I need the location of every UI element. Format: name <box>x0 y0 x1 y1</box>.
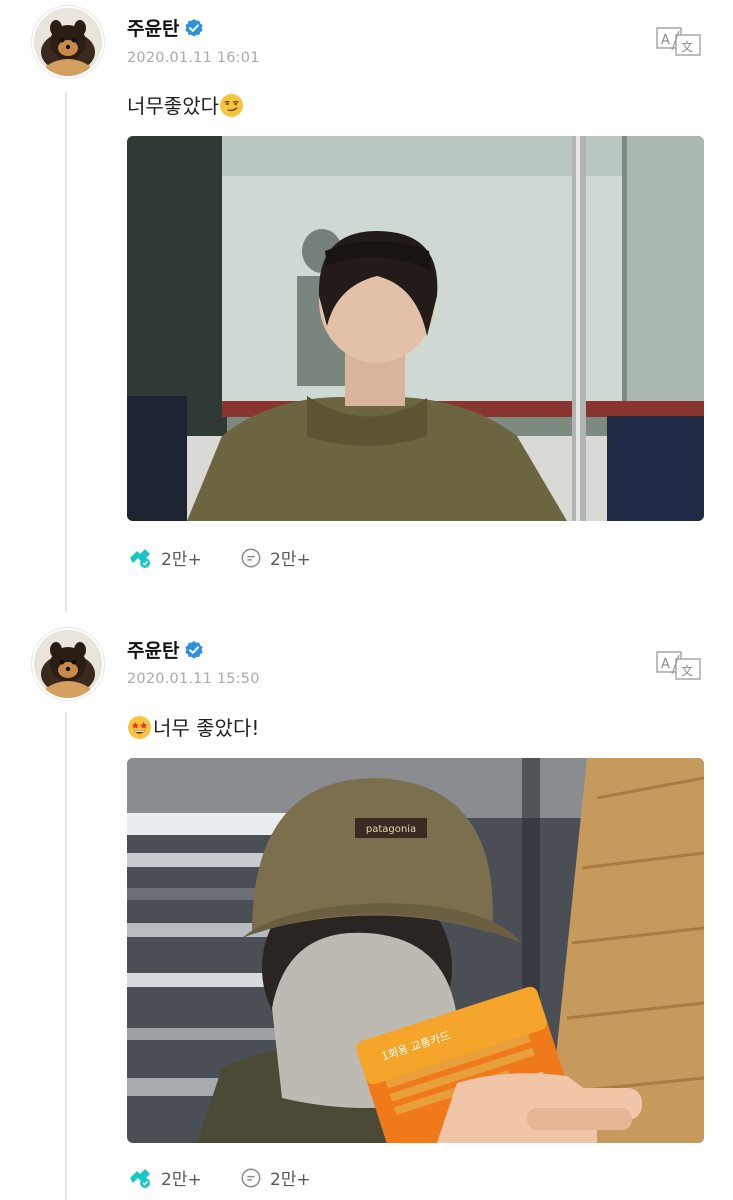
svg-text:文: 文 <box>681 39 693 54</box>
avatar-image <box>34 630 102 698</box>
timestamp: 2020.01.11 16:01 <box>127 50 260 66</box>
svg-text:A: A <box>661 657 670 672</box>
author-name[interactable]: 주윤탄 <box>127 636 204 663</box>
svg-text:A: A <box>661 33 670 48</box>
avatar[interactable] <box>32 628 104 700</box>
verified-badge-icon <box>185 19 204 37</box>
smirking-face-icon <box>220 94 243 117</box>
post: 주윤탄 2020.01.11 15:50 A 文 너무 좋았다! patagon… <box>0 620 733 1200</box>
post: 주윤탄 2020.01.11 16:01 A 文 너무좋았다 2만+ 2만+ <box>0 0 733 600</box>
like-icon <box>130 1168 150 1188</box>
translate-icon: A 文 <box>656 27 701 56</box>
post-text-label: 너무 좋았다! <box>153 716 260 740</box>
post-photo[interactable]: patagonia 1회용 교통카드 <box>127 758 704 1143</box>
like-count: 2만+ <box>161 1170 202 1190</box>
post-text-label: 너무좋았다 <box>127 94 219 118</box>
comment-icon <box>241 548 261 567</box>
like-button[interactable]: 2만+ <box>127 545 202 570</box>
verified-badge-icon <box>185 641 204 659</box>
comment-icon <box>241 1168 261 1187</box>
avatar-image <box>34 8 102 76</box>
photo-cap-logo: patagonia <box>366 824 416 835</box>
post-photo[interactable] <box>127 136 704 521</box>
subway-selfie-image: patagonia 1회용 교통카드 <box>127 758 704 1143</box>
translate-button[interactable]: A 文 <box>656 26 702 56</box>
like-count: 2만+ <box>161 550 202 570</box>
author-name[interactable]: 주윤탄 <box>127 14 204 41</box>
comment-button[interactable]: 2만+ <box>240 545 311 570</box>
like-icon <box>130 548 150 568</box>
star-struck-face-icon <box>128 716 151 739</box>
author-name-label: 주윤탄 <box>127 18 180 40</box>
avatar[interactable] <box>32 6 104 78</box>
timestamp: 2020.01.11 15:50 <box>127 671 260 687</box>
author-name-label: 주윤탄 <box>127 640 180 662</box>
comment-button[interactable]: 2만+ <box>240 1165 311 1190</box>
post-text: 너무좋았다 <box>127 90 244 119</box>
translate-icon: A 文 <box>656 651 701 680</box>
subway-photo-image <box>127 136 704 521</box>
like-button[interactable]: 2만+ <box>127 1165 202 1190</box>
translate-button[interactable]: A 文 <box>656 650 702 680</box>
comment-count: 2만+ <box>270 550 311 570</box>
svg-text:文: 文 <box>681 663 693 678</box>
post-text: 너무 좋았다! <box>127 712 259 741</box>
comment-count: 2만+ <box>270 1170 311 1190</box>
